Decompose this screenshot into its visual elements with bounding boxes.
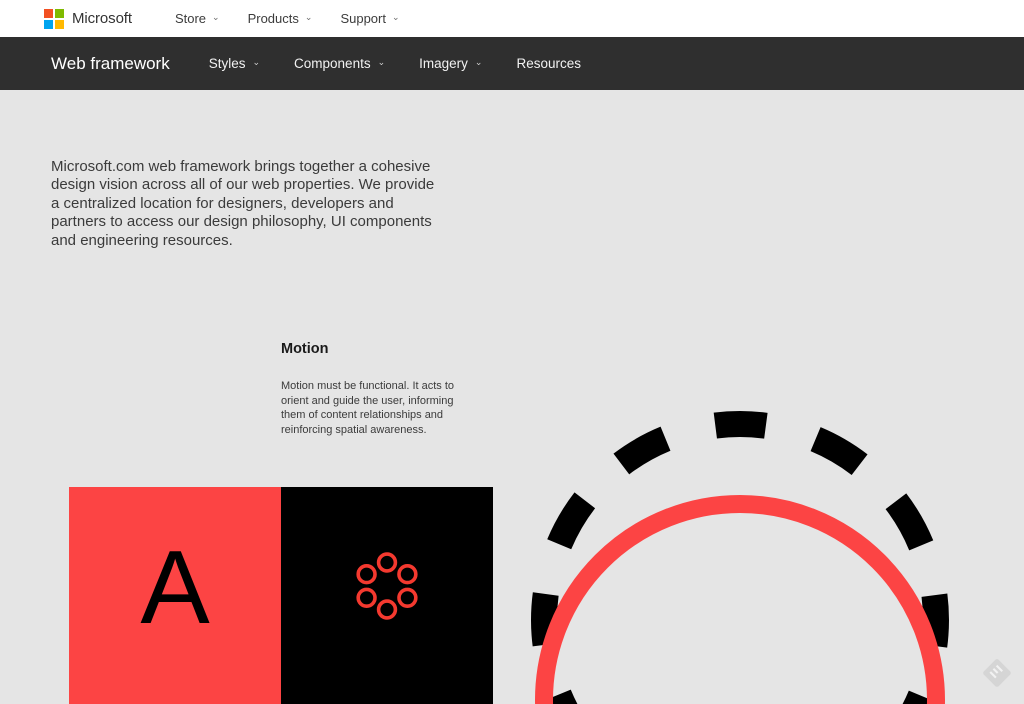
tab-styles[interactable]: Styles ⌄ [192, 56, 277, 71]
product-nav-title[interactable]: Web framework [51, 54, 170, 74]
global-nav-label-support: Support [340, 11, 386, 26]
microsoft-universal-header: Microsoft Store ⌄ Products ⌄ Support ⌄ [0, 0, 1024, 37]
chevron-down-icon: ⌄ [212, 13, 220, 22]
motion-section-body: Motion must be functional. It acts to or… [281, 379, 461, 437]
product-nav: Web framework Styles ⌄ Components ⌄ Imag… [0, 37, 1024, 90]
global-nav-label-products: Products [248, 11, 299, 26]
global-nav-item-support[interactable]: Support ⌄ [326, 11, 413, 26]
microsoft-squares-icon [44, 9, 64, 29]
motion-section-heading: Motion [281, 341, 329, 357]
tab-resources[interactable]: Resources [499, 56, 598, 71]
chevron-down-icon: ⌄ [378, 58, 386, 67]
solid-inner-ring [544, 504, 936, 704]
intro-paragraph: Microsoft.com web framework brings toget… [51, 158, 443, 250]
tab-imagery[interactable]: Imagery ⌄ [402, 56, 499, 71]
chevron-down-icon: ⌄ [392, 13, 400, 22]
global-nav-item-products[interactable]: Products ⌄ [234, 11, 327, 26]
circle-ring-spinner-icon [350, 549, 424, 623]
product-nav-links: Styles ⌄ Components ⌄ Imagery ⌄ Resource… [192, 56, 598, 71]
tab-label-resources: Resources [516, 56, 581, 71]
motion-sample-card[interactable]: A [69, 487, 493, 704]
card-panel-spinner [281, 487, 493, 704]
global-nav: Store ⌄ Products ⌄ Support ⌄ [161, 11, 414, 26]
letter-a-glyph: A [140, 536, 209, 640]
tab-label-components: Components [294, 56, 371, 71]
dashed-outer-ring [544, 424, 936, 704]
card-panel-letter: A [69, 487, 281, 704]
diamond-badge-svg [982, 658, 1012, 688]
diamond-badge-icon[interactable] [982, 658, 1012, 688]
global-nav-label-store: Store [175, 11, 206, 26]
chevron-down-icon: ⌄ [252, 58, 260, 67]
tab-label-styles: Styles [209, 56, 246, 71]
tab-components[interactable]: Components ⌄ [277, 56, 402, 71]
page-root: Microsoft Store ⌄ Products ⌄ Support ⌄ W… [0, 0, 1024, 704]
motion-loading-graphic [520, 230, 1000, 704]
chevron-down-icon: ⌄ [305, 13, 313, 22]
global-nav-item-store[interactable]: Store ⌄ [161, 11, 234, 26]
microsoft-logo[interactable]: Microsoft [44, 9, 132, 29]
motion-graphic-svg [520, 230, 1000, 704]
microsoft-wordmark: Microsoft [72, 10, 132, 27]
tab-label-imagery: Imagery [419, 56, 468, 71]
chevron-down-icon: ⌄ [475, 58, 483, 67]
